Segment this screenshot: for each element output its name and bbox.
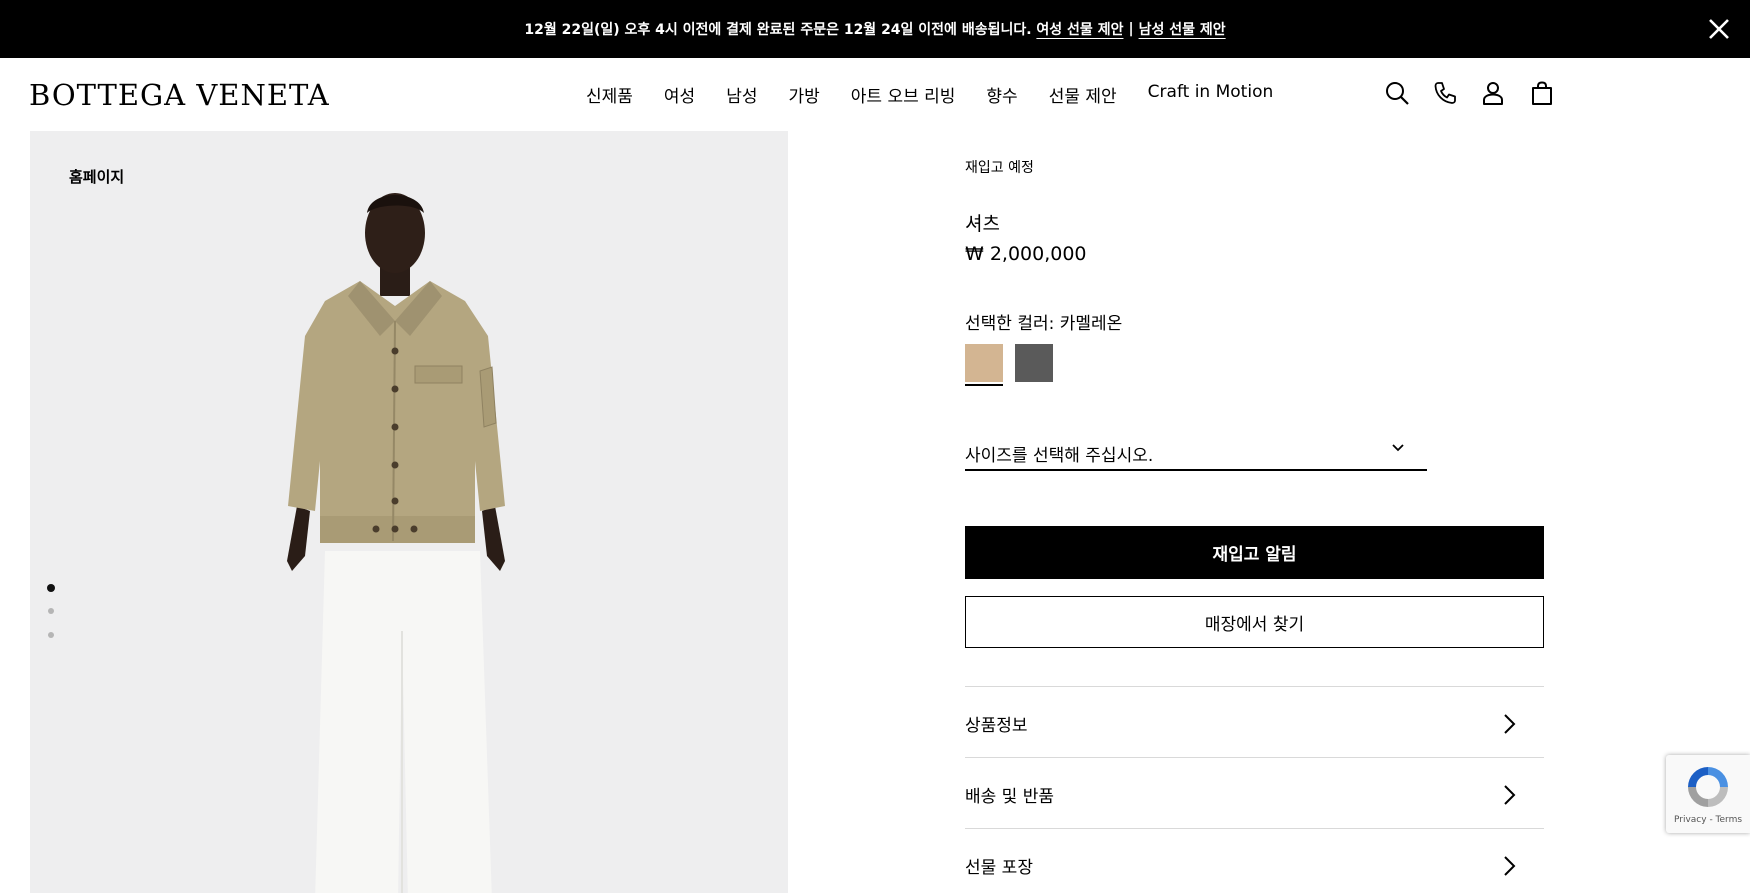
color-swatch-camel[interactable]	[965, 344, 1003, 382]
search-icon[interactable]	[1384, 80, 1410, 106]
nav-item-new[interactable]: 신제품	[586, 82, 633, 107]
breadcrumb-home[interactable]: 홈페이지	[69, 166, 124, 187]
gallery-dot-3[interactable]	[48, 632, 54, 638]
stock-status: 재입고 예정	[965, 160, 1034, 176]
nav-item-women[interactable]: 여성	[664, 82, 695, 107]
accordion-shipping-returns[interactable]: 배송 및 반품	[965, 757, 1544, 828]
nav-item-gifts[interactable]: 선물 제안	[1049, 82, 1117, 107]
nav-item-men[interactable]: 남성	[726, 82, 757, 107]
phone-icon[interactable]	[1432, 80, 1458, 106]
site-header: BOTTEGA VENETA 신제품 여성 남성 가방 아트 오브 리빙 향수 …	[0, 58, 1750, 130]
product-name: 셔츠	[965, 213, 1000, 235]
selected-swatch-indicator	[965, 384, 1003, 386]
announcement-bar: 12월 22일(일) 오후 4시 이전에 결제 완료된 주문은 12월 24일 …	[0, 0, 1750, 58]
accordion-gift-wrap[interactable]: 선물 포장	[965, 828, 1544, 893]
bag-icon[interactable]	[1529, 80, 1555, 106]
recaptcha-badge[interactable]: Privacy - Terms	[1666, 755, 1750, 833]
announcement-separator: |	[1128, 21, 1134, 37]
main-nav: 신제품 여성 남성 가방 아트 오브 리빙 향수 선물 제안 Craft in …	[586, 82, 1273, 107]
color-swatch-grey[interactable]	[1015, 344, 1053, 382]
nav-item-fragrance[interactable]: 향수	[986, 82, 1017, 107]
find-in-store-button[interactable]: 매장에서 찾기	[965, 596, 1544, 648]
size-select-placeholder: 사이즈를 선택해 주십시오.	[965, 446, 1154, 466]
recaptcha-links[interactable]: Privacy - Terms	[1674, 815, 1742, 825]
accordion-product-info[interactable]: 상품정보	[965, 686, 1544, 757]
chevron-down-icon	[1392, 444, 1404, 452]
chevron-right-icon	[1504, 856, 1516, 876]
announcement-text: 12월 22일(일) 오후 4시 이전에 결제 완료된 주문은 12월 24일 …	[524, 22, 1032, 38]
accordion-label: 선물 포장	[965, 858, 1033, 878]
chevron-right-icon	[1504, 714, 1516, 734]
accordion-label: 배송 및 반품	[965, 787, 1055, 807]
selected-color-label: 선택한 컬러: 카멜레온	[965, 314, 1123, 334]
nav-item-bags[interactable]: 가방	[788, 82, 819, 107]
close-icon[interactable]	[1704, 14, 1734, 44]
gallery-dot-2[interactable]	[48, 608, 54, 614]
product-price: ₩ 2,000,000	[965, 243, 1087, 265]
accordion-label: 상품정보	[965, 716, 1028, 736]
size-select[interactable]: 사이즈를 선택해 주십시오.	[965, 431, 1427, 471]
account-icon[interactable]	[1480, 80, 1506, 106]
chevron-right-icon	[1504, 785, 1516, 805]
men-gift-link[interactable]: 남성 선물 제안	[1139, 19, 1226, 39]
notify-restock-button[interactable]: 재입고 알림	[965, 526, 1544, 579]
gallery-dot-1[interactable]	[47, 584, 55, 592]
women-gift-link[interactable]: 여성 선물 제안	[1036, 19, 1123, 39]
nav-item-craft-in-motion[interactable]: Craft in Motion	[1148, 82, 1274, 107]
brand-logo[interactable]: BOTTEGA VENETA	[29, 78, 330, 112]
recaptcha-icon	[1688, 767, 1728, 807]
product-image	[287, 193, 505, 893]
nav-item-art-of-living[interactable]: 아트 오브 리빙	[851, 82, 956, 107]
product-gallery[interactable]: 홈페이지	[30, 131, 788, 893]
